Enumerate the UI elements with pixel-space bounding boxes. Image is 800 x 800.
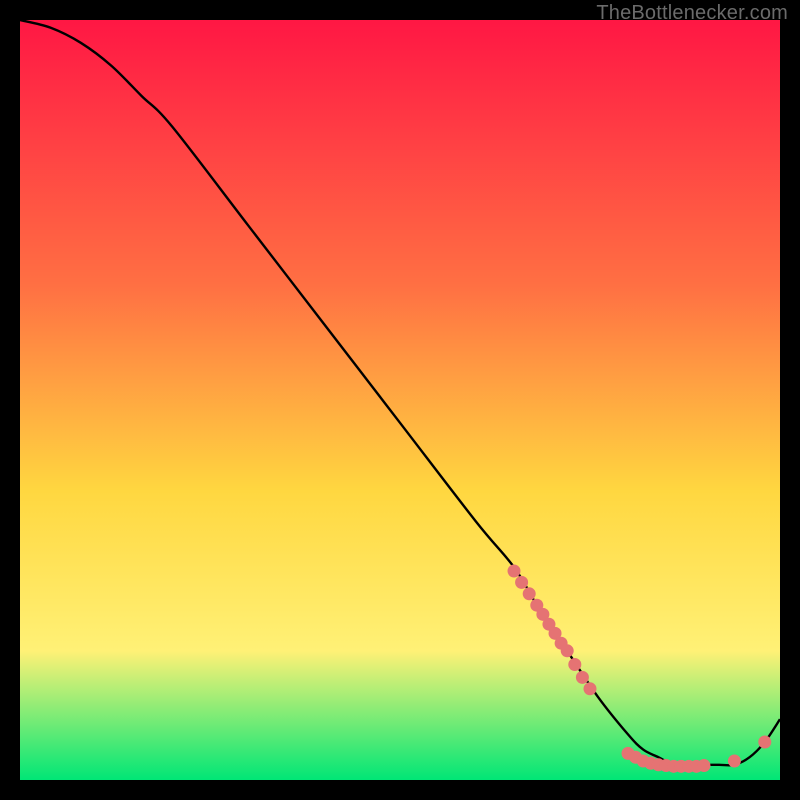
bottleneck-chart bbox=[20, 20, 780, 780]
data-marker bbox=[728, 755, 741, 768]
data-marker bbox=[758, 736, 771, 749]
data-marker bbox=[515, 576, 528, 589]
data-marker bbox=[561, 644, 574, 657]
data-marker bbox=[698, 759, 711, 772]
data-marker bbox=[568, 658, 581, 671]
gradient-background bbox=[20, 20, 780, 780]
data-marker bbox=[584, 682, 597, 695]
data-marker bbox=[576, 671, 589, 684]
data-marker bbox=[523, 587, 536, 600]
data-marker bbox=[508, 565, 521, 578]
chart-stage: TheBottlenecker.com bbox=[0, 0, 800, 800]
